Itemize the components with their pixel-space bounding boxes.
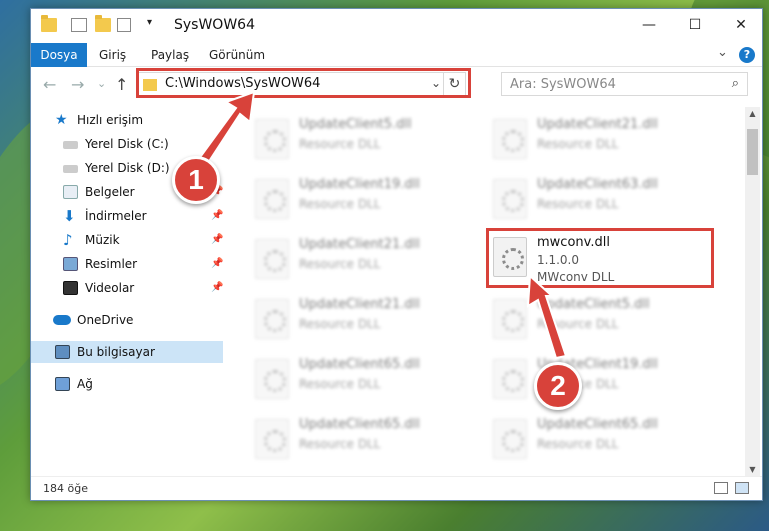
title-bar: ▾ SysWOW64 — ☐ ✕ xyxy=(31,9,762,43)
ribbon-tabs: Dosya Giriş Paylaş Görünüm ⌄ ? xyxy=(31,43,762,67)
dll-file-icon xyxy=(493,419,527,459)
dll-file-icon xyxy=(493,299,527,339)
scrollbar-thumb[interactable] xyxy=(747,129,758,175)
sidebar-item-local-disk-c[interactable]: Yerel Disk (C:) xyxy=(31,133,223,155)
list-item[interactable]: UpdateClient21.dll Resource DLL xyxy=(249,295,474,347)
tab-share[interactable]: Paylaş xyxy=(141,43,199,67)
list-item[interactable]: UpdateClient65.dll Resource DLL xyxy=(487,415,712,467)
details-view-icon[interactable] xyxy=(714,482,728,494)
list-item[interactable]: UpdateClient19.dll Resource DLL xyxy=(249,175,474,227)
folder-icon xyxy=(41,15,57,32)
customize-toolbar-icon[interactable] xyxy=(117,18,131,32)
search-box[interactable]: Ara: SysWOW64 ⌕ xyxy=(501,72,748,96)
properties-icon[interactable] xyxy=(71,18,87,32)
callout-2: 2 xyxy=(534,362,582,410)
address-highlight-box xyxy=(136,68,471,98)
sidebar-item-pictures[interactable]: Resimler 📌 xyxy=(31,253,223,275)
list-item[interactable]: UpdateClient65.dll Resource DLL xyxy=(249,415,474,467)
dll-file-icon xyxy=(255,119,289,159)
dll-file-icon xyxy=(255,239,289,279)
list-item[interactable]: UpdateClient19.dll Resource DLL xyxy=(487,355,712,407)
minimize-button[interactable]: — xyxy=(626,9,672,41)
dll-file-icon xyxy=(255,299,289,339)
search-icon[interactable]: ⌕ xyxy=(732,76,739,91)
list-item[interactable]: UpdateClient21.dll Resource DLL xyxy=(249,235,474,287)
dll-file-icon xyxy=(493,179,527,219)
vertical-scrollbar[interactable]: ▲ ▼ xyxy=(745,107,760,477)
status-bar: 184 öğe xyxy=(31,476,762,500)
search-input[interactable]: Ara: SysWOW64 xyxy=(510,77,616,92)
pin-icon[interactable]: 📌 xyxy=(211,229,223,251)
drive-icon xyxy=(63,141,78,149)
pin-icon[interactable]: 📌 xyxy=(211,253,223,275)
tab-view[interactable]: Görünüm xyxy=(199,43,275,67)
dll-file-icon xyxy=(255,179,289,219)
list-item[interactable]: UpdateClient65.dll Resource DLL xyxy=(249,355,474,407)
dll-file-icon xyxy=(255,419,289,459)
sidebar-item-quick-access[interactable]: ★ Hızlı erişim xyxy=(31,109,223,131)
new-folder-icon[interactable] xyxy=(95,15,111,32)
back-button[interactable]: ← xyxy=(43,75,56,94)
up-button[interactable]: ↑ xyxy=(115,75,128,94)
window-title: SysWOW64 xyxy=(174,17,255,33)
music-icon: ♪ xyxy=(63,231,73,249)
recent-locations-icon[interactable]: ⌄ xyxy=(97,77,106,90)
file-highlight-box xyxy=(486,228,714,288)
list-item[interactable]: UpdateClient63.dll Resource DLL xyxy=(487,175,712,227)
sidebar-item-this-pc[interactable]: Bu bilgisayar xyxy=(31,341,223,363)
file-list: UpdateClient5.dll Resource DLL UpdateCli… xyxy=(227,107,741,477)
pin-icon[interactable]: 📌 xyxy=(211,277,223,299)
documents-icon xyxy=(63,185,78,199)
forward-button[interactable]: → xyxy=(71,75,84,94)
list-item[interactable]: UpdateClient5.dll Resource DLL xyxy=(249,115,474,167)
sidebar-item-onedrive[interactable]: OneDrive xyxy=(31,309,223,331)
tab-home[interactable]: Giriş xyxy=(89,43,136,67)
callout-1: 1 xyxy=(172,156,220,204)
network-icon xyxy=(55,377,70,391)
maximize-button[interactable]: ☐ xyxy=(672,9,718,41)
dll-file-icon xyxy=(255,359,289,399)
list-item[interactable]: UpdateClient5.dll Resource DLL xyxy=(487,295,712,347)
computer-icon xyxy=(55,345,70,359)
ribbon-collapse-icon[interactable]: ⌄ xyxy=(717,45,728,60)
sidebar-item-downloads[interactable]: ⬇ İndirmeler 📌 xyxy=(31,205,223,227)
large-icons-view-icon[interactable] xyxy=(735,482,749,494)
list-item[interactable]: UpdateClient21.dll Resource DLL xyxy=(487,115,712,167)
drive-icon xyxy=(63,165,78,173)
video-icon xyxy=(63,281,78,295)
dll-file-icon xyxy=(493,119,527,159)
download-icon: ⬇ xyxy=(63,207,76,225)
item-count: 184 öğe xyxy=(43,482,88,495)
quick-access-dropdown-icon[interactable]: ▾ xyxy=(147,17,152,28)
sidebar-item-network[interactable]: Ağ xyxy=(31,373,223,395)
sidebar-item-videos[interactable]: Videolar 📌 xyxy=(31,277,223,299)
help-icon[interactable]: ? xyxy=(739,47,755,63)
tab-file[interactable]: Dosya xyxy=(31,43,87,67)
sidebar-item-music[interactable]: ♪ Müzik 📌 xyxy=(31,229,223,251)
scroll-up-icon[interactable]: ▲ xyxy=(745,107,760,121)
pictures-icon xyxy=(63,257,78,271)
star-icon: ★ xyxy=(55,112,68,128)
pin-icon[interactable]: 📌 xyxy=(211,205,223,227)
close-button[interactable]: ✕ xyxy=(718,9,764,41)
cloud-icon xyxy=(53,315,71,325)
dll-file-icon xyxy=(493,359,527,399)
scroll-down-icon[interactable]: ▼ xyxy=(745,463,760,477)
